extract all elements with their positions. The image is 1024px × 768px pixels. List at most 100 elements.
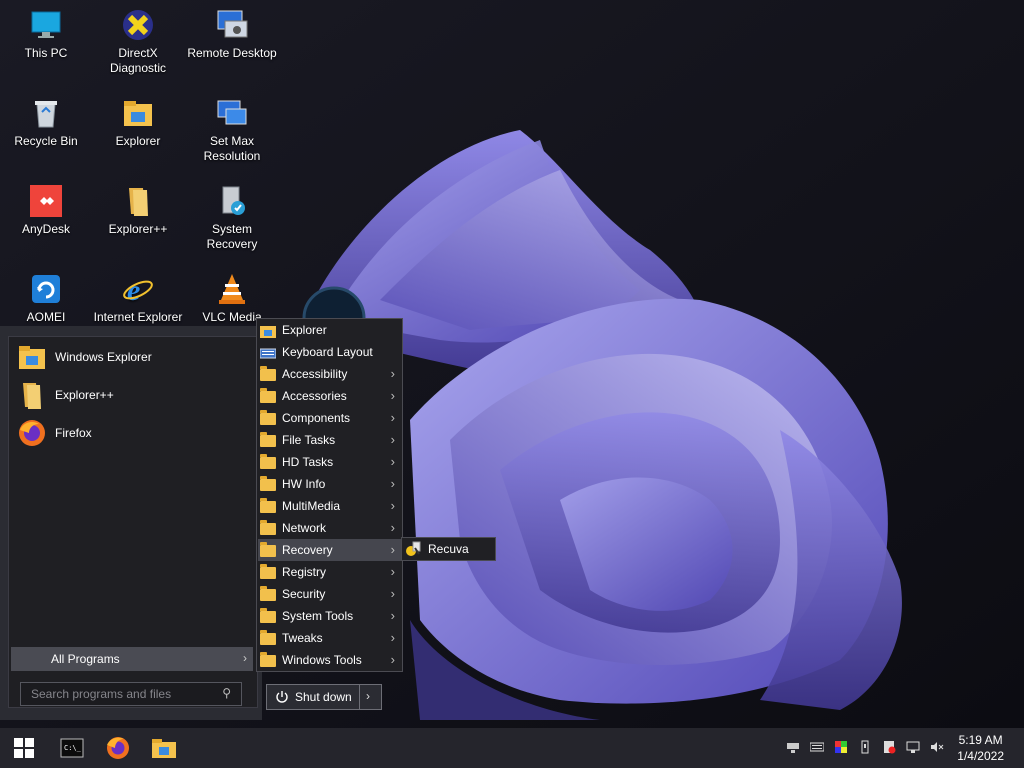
desktop-icon-anydesk[interactable]: AnyDesk [0, 178, 92, 237]
start-icon [14, 738, 34, 758]
menu-item-label: HW Info [282, 477, 326, 491]
menu-item-label: Registry [282, 565, 327, 579]
chevron-right-icon: › [390, 652, 395, 667]
chevron-right-icon: › [390, 586, 395, 601]
desktop-icon-remote-desktop[interactable]: Remote Desktop [186, 2, 278, 61]
desktop-icon-recycle-bin[interactable]: Recycle Bin [0, 90, 92, 149]
menu-item-label: Security [282, 587, 326, 601]
chevron-right-icon: › [390, 476, 395, 491]
all-programs-label: All Programs [51, 652, 120, 666]
pinned-explorerpp[interactable]: Explorer++ [13, 377, 253, 413]
menu-item-windows-tools[interactable]: Windows Tools › [258, 649, 401, 671]
chevron-right-icon: › [390, 410, 395, 425]
menu-item-label: Windows Tools [282, 653, 362, 667]
desktop-icon-this-pc[interactable]: This PC [0, 2, 92, 61]
menu-item-label: Accessibility [282, 367, 348, 381]
menu-item-label: Explorer [282, 323, 327, 337]
desktop-icon-directx-diagnostic[interactable]: DirectX Diagnostic [92, 2, 184, 76]
desktop-icon-label: AnyDesk [21, 222, 71, 236]
explorer-icon [260, 324, 276, 338]
menu-item-label: Tweaks [282, 631, 323, 645]
network-drive-icon[interactable] [786, 740, 800, 754]
folder-icon [260, 409, 276, 425]
color-icon[interactable] [834, 740, 848, 754]
desktop-icon-label: Internet Explorer [93, 310, 183, 324]
shutdown-button[interactable]: Shut down › [266, 684, 382, 710]
menu-item-accessories[interactable]: Accessories › [258, 385, 401, 407]
all-programs-button[interactable]: All Programs › [11, 647, 253, 671]
taskbar-command-prompt[interactable]: C:\_ [58, 734, 86, 762]
internet-explorer-icon: e [121, 272, 155, 307]
menu-item-label: Network [282, 521, 327, 535]
menu-item-hw-info[interactable]: HW Info › [258, 473, 401, 495]
menu-item-recuva[interactable]: Recuva [428, 542, 469, 556]
keyboard-icon[interactable] [810, 740, 824, 754]
remote-desktop-icon [215, 8, 249, 42]
svg-text:C:\_: C:\_ [64, 744, 82, 752]
folder-icon [260, 475, 276, 491]
search-icon: ⚲ [222, 686, 231, 700]
menu-item-tweaks[interactable]: Tweaks › [258, 627, 401, 649]
keyboard-icon [259, 346, 277, 359]
desktop-icon-explorer[interactable]: Explorer [92, 90, 184, 149]
folder-icon [260, 585, 276, 601]
clock-date: 1/4/2022 [957, 749, 1004, 763]
start-button[interactable] [10, 734, 38, 762]
desktop-icon-label: Recycle Bin [14, 134, 78, 148]
display-settings-icon [215, 96, 249, 130]
clock[interactable]: 5:19 AM 1/4/2022 [957, 732, 1004, 764]
taskbar-firefox[interactable] [104, 734, 132, 762]
clock-time: 5:19 AM [958, 733, 1003, 747]
taskbar-file-explorer[interactable] [150, 734, 178, 762]
chevron-right-icon: › [390, 498, 395, 513]
menu-item-recovery[interactable]: Recovery › [258, 539, 401, 561]
volume-muted-icon[interactable] [930, 740, 944, 754]
search-box[interactable]: ⚲ [20, 682, 242, 706]
menu-item-registry[interactable]: Registry › [258, 561, 401, 583]
network-icon[interactable] [906, 740, 920, 754]
folder-icon [260, 541, 276, 557]
security-icon[interactable] [882, 740, 896, 754]
programs-menu: Explorer Keyboard Layout Accessibility ›… [256, 318, 403, 672]
menu-item-security[interactable]: Security › [258, 583, 401, 605]
folder-icon [260, 453, 276, 469]
chevron-right-icon: › [390, 366, 395, 381]
folder-icon [260, 387, 276, 403]
desktop-icon-label: Explorer [115, 134, 161, 148]
menu-item-explorer[interactable]: Explorer [258, 319, 401, 341]
firefox-icon [107, 737, 129, 759]
folder-icon [121, 184, 155, 218]
pinned-windows-explorer[interactable]: Windows Explorer [13, 339, 253, 375]
menu-item-system-tools[interactable]: System Tools › [258, 605, 401, 627]
menu-item-keyboard-layout[interactable]: Keyboard Layout [258, 341, 401, 363]
folder-icon [260, 365, 276, 381]
desktop-icon-label: Set Max Resolution [203, 134, 261, 163]
firefox-icon [17, 418, 47, 448]
start-menu-left-pane: Windows Explorer Explorer++ Firefox All … [8, 336, 258, 708]
desktop-icon-internet-explorer[interactable]: e Internet Explorer [92, 266, 184, 325]
menu-item-multimedia[interactable]: MultiMedia › [258, 495, 401, 517]
menu-item-network[interactable]: Network › [258, 517, 401, 539]
menu-item-file-tasks[interactable]: File Tasks › [258, 429, 401, 451]
desktop-icon-label: Explorer++ [108, 222, 168, 236]
desktop-icon-explorerpp[interactable]: Explorer++ [92, 178, 184, 237]
power-icon [276, 691, 288, 703]
vlc-icon [215, 272, 249, 306]
desktop-icon-system-recovery[interactable]: System Recovery [186, 178, 278, 252]
usb-icon[interactable] [858, 740, 872, 754]
desktop-icon-set-max-resolution[interactable]: Set Max Resolution [186, 90, 278, 164]
folder-icon [121, 96, 155, 130]
pinned-firefox[interactable]: Firefox [13, 415, 253, 451]
search-input[interactable] [29, 686, 213, 702]
chevron-right-icon[interactable]: › [366, 689, 370, 703]
menu-item-components[interactable]: Components › [258, 407, 401, 429]
shutdown-label: Shut down [295, 690, 352, 704]
menu-item-accessibility[interactable]: Accessibility › [258, 363, 401, 385]
pinned-label: Firefox [55, 426, 92, 440]
recuva-icon [404, 540, 422, 558]
chevron-right-icon: › [390, 432, 395, 447]
menu-item-hd-tasks[interactable]: HD Tasks › [258, 451, 401, 473]
shutdown-separator [359, 685, 360, 709]
folder-icon [260, 651, 276, 667]
chevron-right-icon: › [390, 388, 395, 403]
